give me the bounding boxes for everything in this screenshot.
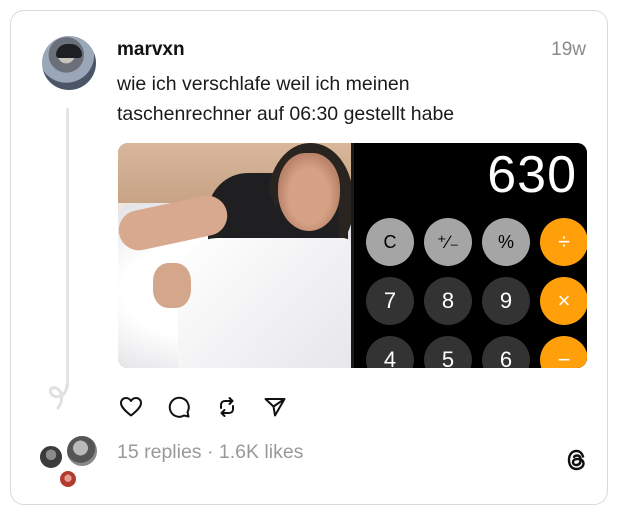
calc-key-3: %	[482, 218, 530, 266]
calc-key-10: 5	[424, 336, 472, 368]
thread-curl-icon	[48, 384, 69, 410]
avatar[interactable]	[42, 36, 96, 90]
calc-key-11: 6	[482, 336, 530, 368]
calc-key-5: 7	[366, 277, 414, 325]
calc-key-8: ×	[540, 277, 587, 325]
send-icon	[264, 398, 286, 417]
reply-avatar-1	[38, 444, 64, 470]
repost-icon	[220, 397, 234, 417]
threads-icon[interactable]	[564, 447, 590, 473]
calc-key-6: 8	[424, 277, 472, 325]
repost-button[interactable]	[213, 393, 241, 421]
calc-key-2: ⁺∕₋	[424, 218, 472, 266]
calc-key-1: C	[366, 218, 414, 266]
reply-avatars	[38, 434, 102, 490]
username[interactable]: marvxn	[117, 39, 185, 61]
post-stats[interactable]: 15 replies · 1.6K likes	[117, 441, 303, 464]
thread-line	[66, 108, 69, 388]
reply-avatar-2	[65, 434, 99, 468]
action-bar	[117, 393, 309, 423]
heart-icon	[120, 397, 142, 417]
post-time: 19w	[551, 39, 586, 60]
like-button[interactable]	[117, 393, 145, 421]
calculator-display: 630	[487, 146, 577, 204]
reply-button[interactable]	[165, 393, 193, 421]
post-caption: wie ich verschlafe weil ich meinen tasch…	[117, 73, 455, 125]
calc-key-12: −	[540, 336, 587, 368]
comment-icon	[168, 396, 190, 418]
bed-photo	[118, 143, 351, 368]
calc-key-4: ÷	[540, 218, 587, 266]
post-media[interactable]: 630 C ⁺∕₋% ÷ 7 8 9 × 4 5 6−	[118, 143, 587, 368]
calc-key-7: 9	[482, 277, 530, 325]
reply-avatar-3	[58, 469, 78, 489]
calc-key-9: 4	[366, 336, 414, 368]
calculator-screenshot: 630 C ⁺∕₋% ÷ 7 8 9 × 4 5 6−	[354, 143, 587, 368]
share-button[interactable]	[261, 393, 289, 421]
